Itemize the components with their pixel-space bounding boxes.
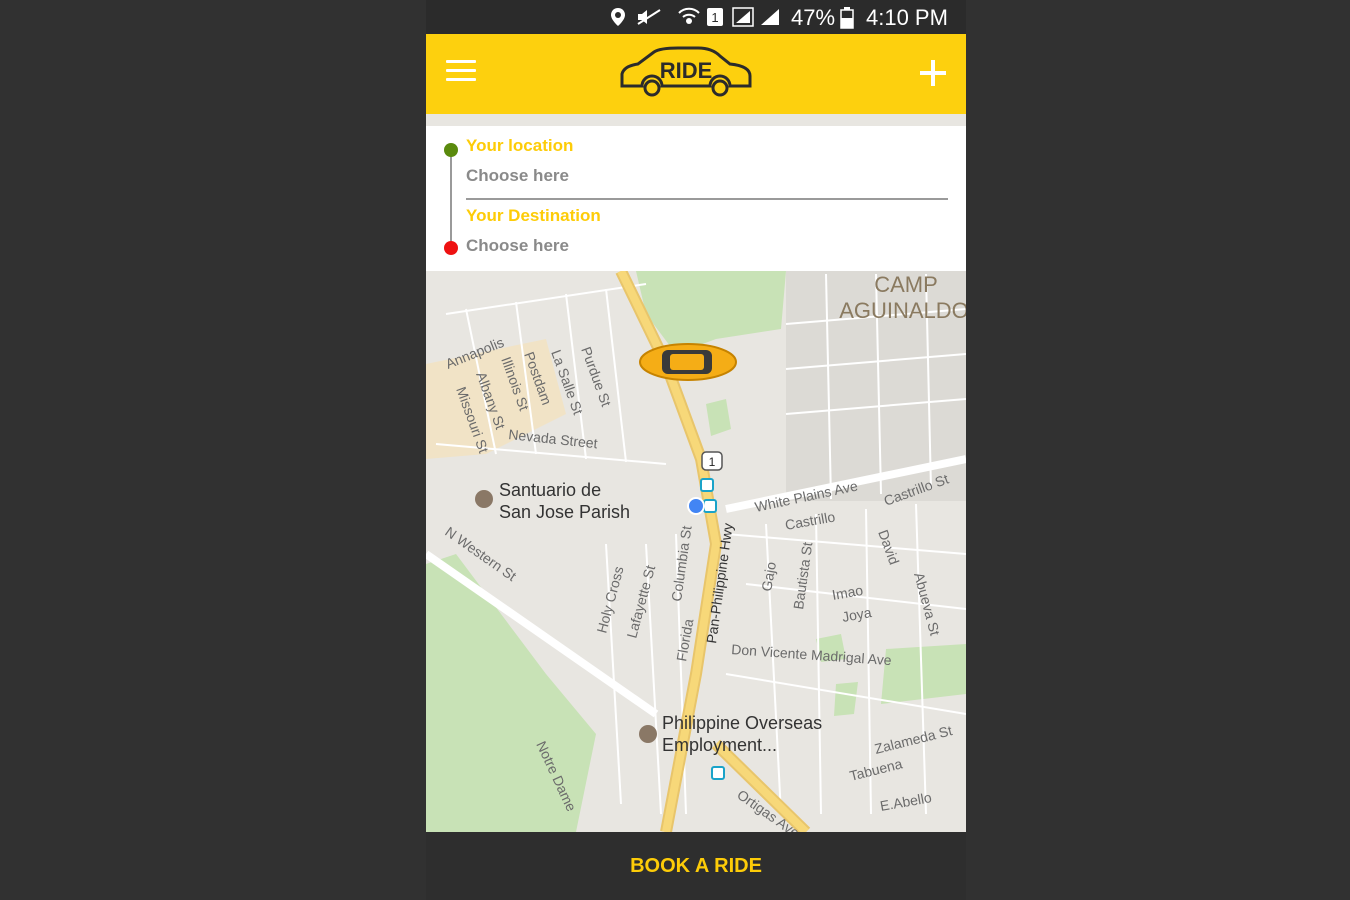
route-connector-line — [450, 156, 452, 242]
origin-dot-icon — [444, 143, 458, 157]
destination-dot-icon — [444, 241, 458, 255]
signal-icon — [732, 7, 754, 27]
ride-logo: RIDE — [620, 46, 752, 97]
origin-label: Your location — [466, 136, 574, 155]
status-bar: 1 47% 4:10 PM — [426, 0, 966, 34]
church-icon[interactable] — [475, 490, 493, 508]
map-label-camp-1: CAMP — [874, 272, 938, 297]
government-building-icon[interactable] — [639, 725, 657, 743]
card-divider — [466, 198, 948, 200]
taxi-car-icon[interactable] — [639, 343, 737, 381]
my-location-dot[interactable] — [687, 497, 705, 515]
phone-screen: 1 CAMP AGUINALDO Annapolis Illinois St P… — [426, 0, 966, 900]
map-label-santuario-1: Santuario de — [499, 480, 601, 500]
route-number-label: 1 — [709, 455, 716, 469]
svg-text:1: 1 — [711, 10, 718, 25]
map-label-camp-2: AGUINALDO — [839, 298, 966, 323]
clock: 4:10 PM — [866, 5, 948, 30]
battery-icon — [840, 7, 854, 29]
destination-label: Your Destination — [466, 206, 601, 225]
plus-icon[interactable] — [918, 58, 948, 88]
destination-input[interactable]: Choose here — [466, 236, 569, 256]
location-card: Your location Choose here Your Destinati… — [426, 126, 966, 271]
map-label-poea-1: Philippine Overseas — [662, 713, 822, 733]
map-label-santuario-2: San Jose Parish — [499, 502, 630, 522]
origin-input[interactable]: Choose here — [466, 166, 569, 186]
wifi-icon — [678, 7, 700, 24]
signal-icon — [761, 9, 779, 25]
logo-text: RIDE — [660, 58, 713, 83]
map-label-poea-2: Employment... — [662, 735, 777, 755]
sim-icon: 1 — [707, 8, 723, 26]
book-ride-button[interactable]: BOOK A RIDE — [426, 832, 966, 900]
app-bar: RIDE — [426, 34, 966, 114]
mute-icon — [637, 9, 661, 25]
battery-percentage: 47% — [791, 5, 836, 30]
hamburger-icon[interactable] — [446, 60, 476, 84]
location-icon — [611, 8, 625, 26]
